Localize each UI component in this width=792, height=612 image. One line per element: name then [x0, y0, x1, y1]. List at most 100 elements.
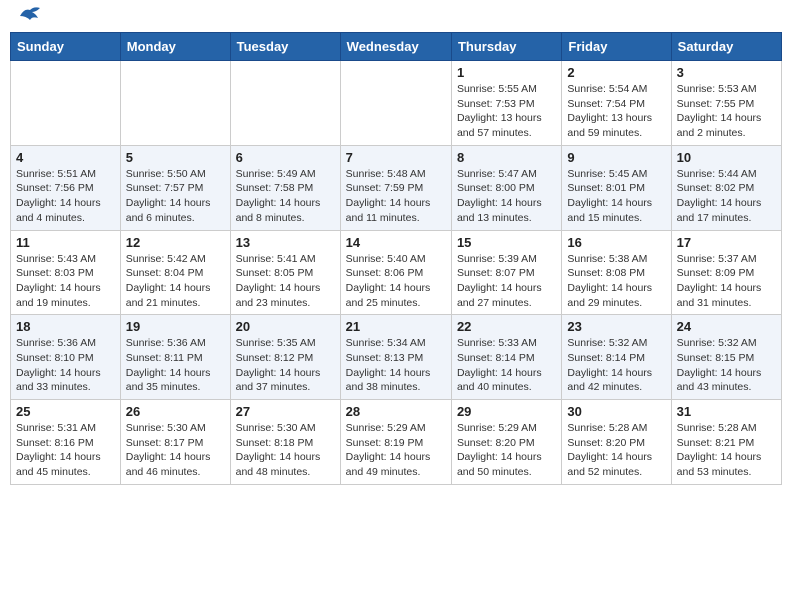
logo	[14, 10, 44, 24]
calendar-cell: 28 Sunrise: 5:29 AMSunset: 8:19 PMDayligh…	[340, 400, 451, 485]
calendar-cell: 29 Sunrise: 5:29 AMSunset: 8:20 PMDayligh…	[451, 400, 561, 485]
day-info: Sunrise: 5:55 AMSunset: 7:53 PMDaylight:…	[457, 82, 556, 141]
day-number: 27	[236, 404, 335, 419]
calendar-cell: 2 Sunrise: 5:54 AMSunset: 7:54 PMDaylight…	[562, 61, 671, 146]
calendar-cell: 17Sunrise: 5:37 AMSunset: 8:09 PMDayligh…	[671, 230, 781, 315]
day-info: Sunrise: 5:39 AMSunset: 8:07 PMDaylight:…	[457, 252, 556, 311]
day-number: 9	[567, 150, 665, 165]
calendar-week-row: 25 Sunrise: 5:31 AMSunset: 8:16 PMDayligh…	[11, 400, 782, 485]
day-info: Sunrise: 5:33 AMSunset: 8:14 PMDaylight:…	[457, 336, 556, 395]
day-info: Sunrise: 5:28 AMSunset: 8:20 PMDaylight:…	[567, 421, 665, 480]
day-number: 4	[16, 150, 115, 165]
calendar-cell: 19 Sunrise: 5:36 AMSunset: 8:11 PMDayligh…	[120, 315, 230, 400]
calendar-cell: 1Sunrise: 5:55 AMSunset: 7:53 PMDaylight…	[451, 61, 561, 146]
day-number: 6	[236, 150, 335, 165]
day-number: 21	[346, 319, 446, 334]
day-info: Sunrise: 5:36 AMSunset: 8:10 PMDaylight:…	[16, 336, 115, 395]
day-number: 12	[126, 235, 225, 250]
day-info: Sunrise: 5:36 AMSunset: 8:11 PMDaylight:…	[126, 336, 225, 395]
day-number: 10	[677, 150, 776, 165]
calendar-cell: 18 Sunrise: 5:36 AMSunset: 8:10 PMDayligh…	[11, 315, 121, 400]
calendar-cell: 5 Sunrise: 5:50 AMSunset: 7:57 PMDaylight…	[120, 145, 230, 230]
day-of-week-header: Tuesday	[230, 33, 340, 61]
day-of-week-header: Wednesday	[340, 33, 451, 61]
header-row: SundayMondayTuesdayWednesdayThursdayFrid…	[11, 33, 782, 61]
calendar-cell: 8 Sunrise: 5:47 AMSunset: 8:00 PMDaylight…	[451, 145, 561, 230]
day-info: Sunrise: 5:34 AMSunset: 8:13 PMDaylight:…	[346, 336, 446, 395]
day-number: 2	[567, 65, 665, 80]
day-info: Sunrise: 5:32 AMSunset: 8:15 PMDaylight:…	[677, 336, 776, 395]
calendar-cell: 10 Sunrise: 5:44 AMSunset: 8:02 PMDayligh…	[671, 145, 781, 230]
calendar-cell: 15 Sunrise: 5:39 AMSunset: 8:07 PMDayligh…	[451, 230, 561, 315]
calendar-cell: 3 Sunrise: 5:53 AMSunset: 7:55 PMDaylight…	[671, 61, 781, 146]
calendar-cell	[230, 61, 340, 146]
calendar-week-row: 4 Sunrise: 5:51 AMSunset: 7:56 PMDaylight…	[11, 145, 782, 230]
calendar-week-row: 18 Sunrise: 5:36 AMSunset: 8:10 PMDayligh…	[11, 315, 782, 400]
day-info: Sunrise: 5:37 AMSunset: 8:09 PMDaylight:…	[677, 252, 776, 311]
calendar-cell: 30 Sunrise: 5:28 AMSunset: 8:20 PMDayligh…	[562, 400, 671, 485]
calendar-cell: 16 Sunrise: 5:38 AMSunset: 8:08 PMDayligh…	[562, 230, 671, 315]
day-number: 28	[346, 404, 446, 419]
day-number: 13	[236, 235, 335, 250]
day-info: Sunrise: 5:40 AMSunset: 8:06 PMDaylight:…	[346, 252, 446, 311]
calendar-cell: 22 Sunrise: 5:33 AMSunset: 8:14 PMDayligh…	[451, 315, 561, 400]
day-info: Sunrise: 5:43 AMSunset: 8:03 PMDaylight:…	[16, 252, 115, 311]
day-number: 5	[126, 150, 225, 165]
day-number: 20	[236, 319, 335, 334]
day-number: 29	[457, 404, 556, 419]
day-number: 24	[677, 319, 776, 334]
day-info: Sunrise: 5:54 AMSunset: 7:54 PMDaylight:…	[567, 82, 665, 141]
day-info: Sunrise: 5:45 AMSunset: 8:01 PMDaylight:…	[567, 167, 665, 226]
calendar-cell: 25 Sunrise: 5:31 AMSunset: 8:16 PMDayligh…	[11, 400, 121, 485]
calendar-table: SundayMondayTuesdayWednesdayThursdayFrid…	[10, 32, 782, 485]
calendar-cell: 9 Sunrise: 5:45 AMSunset: 8:01 PMDaylight…	[562, 145, 671, 230]
day-number: 25	[16, 404, 115, 419]
day-info: Sunrise: 5:29 AMSunset: 8:19 PMDaylight:…	[346, 421, 446, 480]
day-number: 8	[457, 150, 556, 165]
day-number: 14	[346, 235, 446, 250]
day-number: 23	[567, 319, 665, 334]
day-info: Sunrise: 5:49 AMSunset: 7:58 PMDaylight:…	[236, 167, 335, 226]
page-header	[10, 10, 782, 24]
day-number: 22	[457, 319, 556, 334]
calendar-cell: 21 Sunrise: 5:34 AMSunset: 8:13 PMDayligh…	[340, 315, 451, 400]
day-of-week-header: Sunday	[11, 33, 121, 61]
calendar-cell	[120, 61, 230, 146]
day-number: 15	[457, 235, 556, 250]
day-number: 7	[346, 150, 446, 165]
calendar-cell: 23 Sunrise: 5:32 AMSunset: 8:14 PMDayligh…	[562, 315, 671, 400]
day-number: 31	[677, 404, 776, 419]
calendar-cell: 4 Sunrise: 5:51 AMSunset: 7:56 PMDaylight…	[11, 145, 121, 230]
calendar-cell: 31 Sunrise: 5:28 AMSunset: 8:21 PMDayligh…	[671, 400, 781, 485]
day-number: 11	[16, 235, 115, 250]
day-info: Sunrise: 5:30 AMSunset: 8:17 PMDaylight:…	[126, 421, 225, 480]
calendar-cell	[340, 61, 451, 146]
calendar-cell: 24 Sunrise: 5:32 AMSunset: 8:15 PMDayligh…	[671, 315, 781, 400]
day-of-week-header: Monday	[120, 33, 230, 61]
calendar-cell: 27Sunrise: 5:30 AMSunset: 8:18 PMDayligh…	[230, 400, 340, 485]
calendar-cell: 14 Sunrise: 5:40 AMSunset: 8:06 PMDayligh…	[340, 230, 451, 315]
day-info: Sunrise: 5:42 AMSunset: 8:04 PMDaylight:…	[126, 252, 225, 311]
day-number: 19	[126, 319, 225, 334]
day-number: 3	[677, 65, 776, 80]
day-info: Sunrise: 5:53 AMSunset: 7:55 PMDaylight:…	[677, 82, 776, 141]
day-info: Sunrise: 5:47 AMSunset: 8:00 PMDaylight:…	[457, 167, 556, 226]
day-info: Sunrise: 5:48 AMSunset: 7:59 PMDaylight:…	[346, 167, 446, 226]
day-info: Sunrise: 5:29 AMSunset: 8:20 PMDaylight:…	[457, 421, 556, 480]
day-info: Sunrise: 5:28 AMSunset: 8:21 PMDaylight:…	[677, 421, 776, 480]
day-info: Sunrise: 5:44 AMSunset: 8:02 PMDaylight:…	[677, 167, 776, 226]
day-info: Sunrise: 5:50 AMSunset: 7:57 PMDaylight:…	[126, 167, 225, 226]
day-info: Sunrise: 5:32 AMSunset: 8:14 PMDaylight:…	[567, 336, 665, 395]
day-info: Sunrise: 5:51 AMSunset: 7:56 PMDaylight:…	[16, 167, 115, 226]
day-number: 18	[16, 319, 115, 334]
calendar-week-row: 1Sunrise: 5:55 AMSunset: 7:53 PMDaylight…	[11, 61, 782, 146]
day-info: Sunrise: 5:38 AMSunset: 8:08 PMDaylight:…	[567, 252, 665, 311]
day-number: 16	[567, 235, 665, 250]
day-of-week-header: Thursday	[451, 33, 561, 61]
day-info: Sunrise: 5:41 AMSunset: 8:05 PMDaylight:…	[236, 252, 335, 311]
day-number: 30	[567, 404, 665, 419]
logo-bird-icon	[16, 2, 44, 24]
day-info: Sunrise: 5:31 AMSunset: 8:16 PMDaylight:…	[16, 421, 115, 480]
day-number: 26	[126, 404, 225, 419]
day-of-week-header: Saturday	[671, 33, 781, 61]
